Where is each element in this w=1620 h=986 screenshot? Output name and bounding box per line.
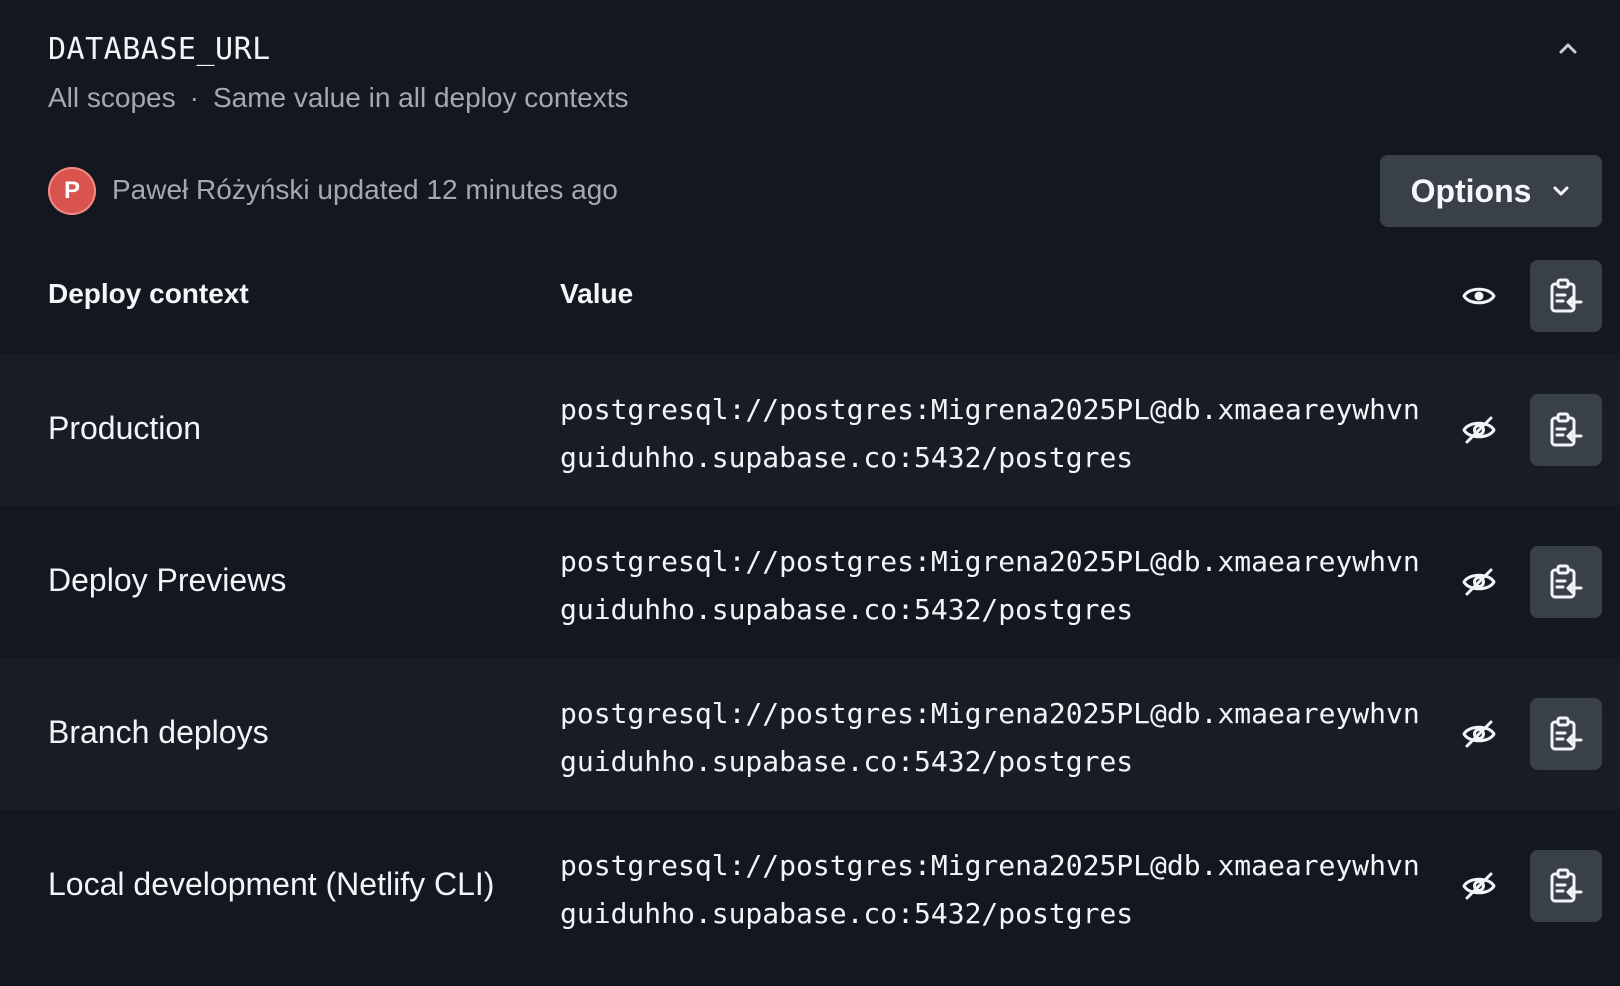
copy-value-button[interactable] — [1530, 698, 1602, 770]
eye-slash-icon[interactable] — [1454, 709, 1504, 759]
value-line: postgresql://postgres:Migrena2025PL@db.x… — [560, 849, 1420, 882]
deploy-context-label: Deploy Previews — [48, 562, 287, 598]
eye-slash-icon[interactable] — [1454, 861, 1504, 911]
value-line: postgresql://postgres:Migrena2025PL@db.x… — [560, 697, 1420, 730]
clipboard-copy-icon — [1550, 564, 1583, 599]
value-line: postgresql://postgres:Migrena2025PL@db.x… — [560, 545, 1420, 578]
value-line: guiduhho.supabase.co:5432/postgres — [560, 593, 1134, 626]
copy-value-button[interactable] — [1530, 546, 1602, 618]
updated-text: Paweł Różyński updated 12 minutes ago — [112, 174, 618, 205]
value-line: guiduhho.supabase.co:5432/postgres — [560, 441, 1134, 474]
variable-value[interactable]: postgresql://postgres:Migrena2025PL@db.x… — [560, 538, 1420, 634]
variable-header: DATABASE_URL All scopes · Same value in al… — [48, 30, 1580, 120]
copy-all-button[interactable] — [1530, 260, 1602, 332]
variable-value[interactable]: postgresql://postgres:Migrena2025PL@db.x… — [560, 842, 1420, 938]
contexts-note: Same value in all deploy contexts — [212, 82, 629, 113]
options-button[interactable]: Options — [1380, 155, 1602, 227]
table-row: Local development (Netlify CLI) postgres… — [0, 810, 1620, 962]
variable-value[interactable]: postgresql://postgres:Migrena2025PL@db.x… — [560, 690, 1420, 786]
chevron-up-icon[interactable] — [1556, 36, 1580, 60]
eye-slash-icon[interactable] — [1454, 405, 1504, 455]
value-line: guiduhho.supabase.co:5432/postgres — [560, 897, 1134, 930]
variable-name: DATABASE_URL — [48, 32, 271, 67]
env-variable-panel: DATABASE_URL All scopes · Same value in al… — [0, 0, 1620, 986]
update-info: P Paweł Różyński updated 12 minutes ago … — [48, 155, 1602, 227]
variable-value[interactable]: postgresql://postgres:Migrena2025PL@db.x… — [560, 386, 1420, 482]
clipboard-copy-icon — [1550, 868, 1583, 903]
table-row: Branch deploys postgresql://postgres:Mig… — [0, 658, 1620, 810]
value-line: postgresql://postgres:Migrena2025PL@db.x… — [560, 393, 1420, 426]
table-row: Production postgresql://postgres:Migrena… — [0, 354, 1620, 506]
options-label: Options — [1410, 172, 1532, 209]
clipboard-copy-icon — [1550, 278, 1583, 313]
deploy-context-label: Branch deploys — [48, 714, 269, 750]
avatar: P — [48, 167, 96, 215]
chevron-down-icon — [1553, 186, 1569, 196]
clipboard-copy-icon — [1550, 716, 1583, 751]
eye-slash-icon[interactable] — [1454, 557, 1504, 607]
copy-value-button[interactable] — [1530, 394, 1602, 466]
clipboard-copy-icon — [1550, 412, 1583, 447]
column-header-context: Deploy context — [48, 278, 249, 309]
scopes-label: All scopes — [48, 82, 176, 113]
table-row: Deploy Previews postgresql://postgres:Mi… — [0, 506, 1620, 658]
column-header-value: Value — [560, 278, 634, 309]
value-line: guiduhho.supabase.co:5432/postgres — [560, 745, 1134, 778]
deploy-context-label: Local development (Netlify CLI) — [48, 866, 495, 902]
table-header: Deploy context Value — [0, 258, 1620, 354]
scope-summary: All scopes · Same value in all deploy cont… — [48, 82, 629, 114]
separator-dot: · — [189, 82, 199, 113]
eye-icon[interactable] — [1454, 271, 1504, 321]
copy-value-button[interactable] — [1530, 850, 1602, 922]
deploy-context-label: Production — [48, 410, 201, 446]
